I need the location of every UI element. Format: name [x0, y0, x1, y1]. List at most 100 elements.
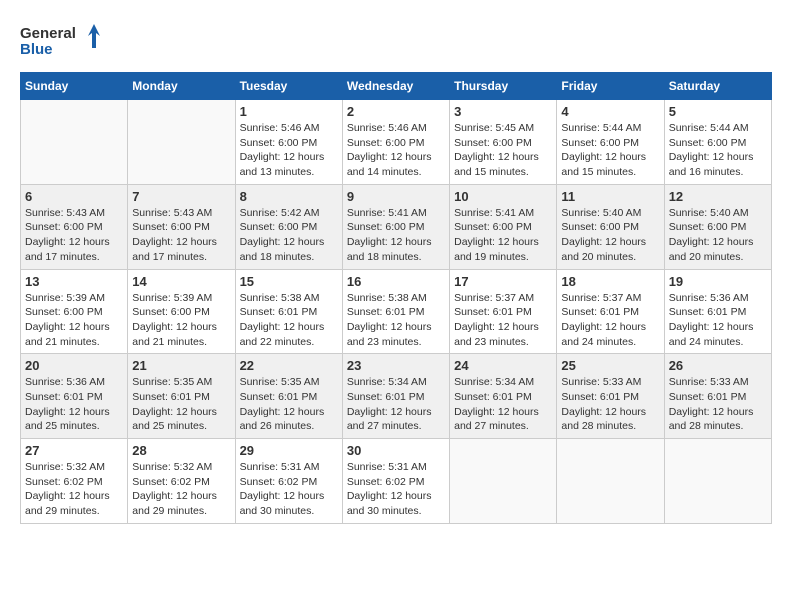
calendar-day-cell: 12Sunrise: 5:40 AMSunset: 6:00 PMDayligh… [664, 184, 771, 269]
calendar-day-cell: 17Sunrise: 5:37 AMSunset: 6:01 PMDayligh… [450, 269, 557, 354]
calendar-week-row: 13 Sunrise: 5:39 AMSunset: 6:00 PMDayligh… [21, 269, 772, 354]
calendar-day-cell: 18 Sunrise: 5:37 AMSunset: 6:01 PMDayligh… [557, 269, 664, 354]
day-of-week-header: Saturday [664, 73, 771, 100]
calendar-day-cell: 28 Sunrise: 5:32 AMSunset: 6:02 PMDayligh… [128, 439, 235, 524]
day-info: Sunrise: 5:39 AMSunset: 6:00 PMDaylight:… [132, 291, 230, 350]
day-of-week-header: Friday [557, 73, 664, 100]
calendar-day-cell: 4 Sunrise: 5:44 AMSunset: 6:00 PMDaylight… [557, 100, 664, 185]
day-info: Sunrise: 5:46 AMSunset: 6:00 PMDaylight:… [240, 121, 338, 180]
day-number: 1 [240, 104, 338, 119]
calendar-day-cell: 19 Sunrise: 5:36 AMSunset: 6:01 PMDayligh… [664, 269, 771, 354]
day-of-week-header: Monday [128, 73, 235, 100]
day-number: 28 [132, 443, 230, 458]
day-info: Sunrise: 5:34 AMSunset: 6:01 PMDaylight:… [347, 375, 445, 434]
day-info: Sunrise: 5:31 AMSunset: 6:02 PMDaylight:… [347, 460, 445, 519]
day-info: Sunrise: 5:44 AMSunset: 6:00 PMDaylight:… [561, 121, 659, 180]
day-info: Sunrise: 5:43 AMSunset: 6:00 PMDaylight:… [25, 206, 123, 265]
day-info: Sunrise: 5:40 AMSunset: 6:00 PMDaylight:… [561, 206, 659, 265]
day-number: 22 [240, 358, 338, 373]
calendar-day-cell: 21 Sunrise: 5:35 AMSunset: 6:01 PMDayligh… [128, 354, 235, 439]
day-number: 30 [347, 443, 445, 458]
day-number: 16 [347, 274, 445, 289]
day-info: Sunrise: 5:37 AMSunset: 6:01 PMDaylight:… [561, 291, 659, 350]
day-info: Sunrise: 5:33 AMSunset: 6:01 PMDaylight:… [561, 375, 659, 434]
day-number: 7 [132, 189, 230, 204]
day-info: Sunrise: 5:38 AMSunset: 6:01 PMDaylight:… [240, 291, 338, 350]
day-info: Sunrise: 5:38 AMSunset: 6:01 PMDaylight:… [347, 291, 445, 350]
day-number: 13 [25, 274, 123, 289]
day-of-week-header: Sunday [21, 73, 128, 100]
day-number: 2 [347, 104, 445, 119]
day-number: 21 [132, 358, 230, 373]
day-info: Sunrise: 5:37 AMSunset: 6:01 PMDaylight:… [454, 291, 552, 350]
day-info: Sunrise: 5:32 AMSunset: 6:02 PMDaylight:… [25, 460, 123, 519]
day-info: Sunrise: 5:42 AMSunset: 6:00 PMDaylight:… [240, 206, 338, 265]
calendar-header-row: SundayMondayTuesdayWednesdayThursdayFrid… [21, 73, 772, 100]
day-number: 25 [561, 358, 659, 373]
day-number: 5 [669, 104, 767, 119]
calendar-day-cell: 11 Sunrise: 5:40 AMSunset: 6:00 PMDayligh… [557, 184, 664, 269]
page-header: General Blue [20, 20, 772, 62]
day-info: Sunrise: 5:34 AMSunset: 6:01 PMDaylight:… [454, 375, 552, 434]
calendar-day-cell: 24Sunrise: 5:34 AMSunset: 6:01 PMDayligh… [450, 354, 557, 439]
calendar-table: SundayMondayTuesdayWednesdayThursdayFrid… [20, 72, 772, 524]
day-info: Sunrise: 5:41 AMSunset: 6:00 PMDaylight:… [347, 206, 445, 265]
calendar-day-cell: 13 Sunrise: 5:39 AMSunset: 6:00 PMDayligh… [21, 269, 128, 354]
day-number: 19 [669, 274, 767, 289]
day-number: 14 [132, 274, 230, 289]
calendar-week-row: 1 Sunrise: 5:46 AMSunset: 6:00 PMDaylight… [21, 100, 772, 185]
day-number: 20 [25, 358, 123, 373]
calendar-week-row: 6 Sunrise: 5:43 AMSunset: 6:00 PMDaylight… [21, 184, 772, 269]
calendar-day-cell: 20 Sunrise: 5:36 AMSunset: 6:01 PMDayligh… [21, 354, 128, 439]
calendar-day-cell: 14 Sunrise: 5:39 AMSunset: 6:00 PMDayligh… [128, 269, 235, 354]
day-info: Sunrise: 5:31 AMSunset: 6:02 PMDaylight:… [240, 460, 338, 519]
calendar-week-row: 27 Sunrise: 5:32 AMSunset: 6:02 PMDayligh… [21, 439, 772, 524]
day-info: Sunrise: 5:33 AMSunset: 6:01 PMDaylight:… [669, 375, 767, 434]
calendar-week-row: 20 Sunrise: 5:36 AMSunset: 6:01 PMDayligh… [21, 354, 772, 439]
day-number: 23 [347, 358, 445, 373]
day-info: Sunrise: 5:35 AMSunset: 6:01 PMDaylight:… [132, 375, 230, 434]
calendar-day-cell: 6 Sunrise: 5:43 AMSunset: 6:00 PMDaylight… [21, 184, 128, 269]
day-of-week-header: Wednesday [342, 73, 449, 100]
calendar-day-cell: 9Sunrise: 5:41 AMSunset: 6:00 PMDaylight… [342, 184, 449, 269]
day-number: 15 [240, 274, 338, 289]
day-number: 3 [454, 104, 552, 119]
calendar-empty-cell [664, 439, 771, 524]
calendar-day-cell: 8Sunrise: 5:42 AMSunset: 6:00 PMDaylight… [235, 184, 342, 269]
day-number: 4 [561, 104, 659, 119]
day-number: 27 [25, 443, 123, 458]
calendar-day-cell: 23 Sunrise: 5:34 AMSunset: 6:01 PMDayligh… [342, 354, 449, 439]
day-info: Sunrise: 5:39 AMSunset: 6:00 PMDaylight:… [25, 291, 123, 350]
day-info: Sunrise: 5:36 AMSunset: 6:01 PMDaylight:… [25, 375, 123, 434]
calendar-day-cell: 27 Sunrise: 5:32 AMSunset: 6:02 PMDayligh… [21, 439, 128, 524]
day-number: 6 [25, 189, 123, 204]
svg-text:General: General [20, 25, 76, 42]
calendar-day-cell: 2 Sunrise: 5:46 AMSunset: 6:00 PMDaylight… [342, 100, 449, 185]
calendar-day-cell: 29 Sunrise: 5:31 AMSunset: 6:02 PMDayligh… [235, 439, 342, 524]
calendar-day-cell: 5 Sunrise: 5:44 AMSunset: 6:00 PMDaylight… [664, 100, 771, 185]
calendar-day-cell: 10Sunrise: 5:41 AMSunset: 6:00 PMDayligh… [450, 184, 557, 269]
day-info: Sunrise: 5:46 AMSunset: 6:00 PMDaylight:… [347, 121, 445, 180]
day-number: 18 [561, 274, 659, 289]
calendar-day-cell: 16 Sunrise: 5:38 AMSunset: 6:01 PMDayligh… [342, 269, 449, 354]
calendar-day-cell: 26Sunrise: 5:33 AMSunset: 6:01 PMDayligh… [664, 354, 771, 439]
calendar-day-cell: 15 Sunrise: 5:38 AMSunset: 6:01 PMDayligh… [235, 269, 342, 354]
day-number: 11 [561, 189, 659, 204]
calendar-day-cell: 25 Sunrise: 5:33 AMSunset: 6:01 PMDayligh… [557, 354, 664, 439]
calendar-empty-cell [450, 439, 557, 524]
day-info: Sunrise: 5:35 AMSunset: 6:01 PMDaylight:… [240, 375, 338, 434]
day-info: Sunrise: 5:43 AMSunset: 6:00 PMDaylight:… [132, 206, 230, 265]
day-info: Sunrise: 5:45 AMSunset: 6:00 PMDaylight:… [454, 121, 552, 180]
day-info: Sunrise: 5:32 AMSunset: 6:02 PMDaylight:… [132, 460, 230, 519]
day-info: Sunrise: 5:44 AMSunset: 6:00 PMDaylight:… [669, 121, 767, 180]
calendar-day-cell: 22 Sunrise: 5:35 AMSunset: 6:01 PMDayligh… [235, 354, 342, 439]
day-number: 29 [240, 443, 338, 458]
calendar-empty-cell [21, 100, 128, 185]
day-info: Sunrise: 5:36 AMSunset: 6:01 PMDaylight:… [669, 291, 767, 350]
day-info: Sunrise: 5:40 AMSunset: 6:00 PMDaylight:… [669, 206, 767, 265]
calendar-day-cell: 1 Sunrise: 5:46 AMSunset: 6:00 PMDaylight… [235, 100, 342, 185]
calendar-day-cell: 3 Sunrise: 5:45 AMSunset: 6:00 PMDaylight… [450, 100, 557, 185]
logo-svg: General Blue [20, 20, 100, 62]
day-of-week-header: Thursday [450, 73, 557, 100]
logo: General Blue [20, 20, 100, 62]
